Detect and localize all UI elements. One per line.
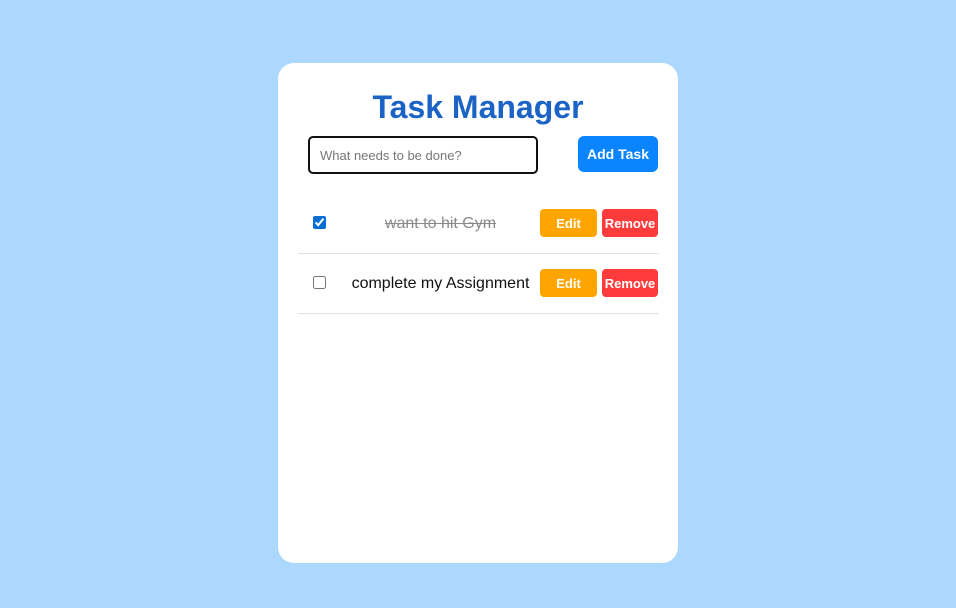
edit-task-button[interactable]: Edit (540, 209, 597, 237)
task-list: want to hit Gym Edit Remove complete my … (298, 194, 659, 314)
task-text: complete my Assignment (351, 275, 530, 292)
edit-task-button[interactable]: Edit (540, 269, 597, 297)
task-row: want to hit Gym Edit Remove (298, 194, 659, 254)
page-title: Task Manager (372, 89, 584, 125)
new-task-input[interactable] (308, 136, 538, 174)
task-row: complete my Assignment Edit Remove (298, 254, 659, 314)
add-task-button[interactable]: Add Task (578, 136, 658, 172)
remove-task-button[interactable]: Remove (602, 209, 658, 237)
task-complete-checkbox[interactable] (313, 216, 326, 229)
task-text: want to hit Gym (384, 215, 497, 232)
task-complete-checkbox[interactable] (313, 276, 326, 289)
remove-task-button[interactable]: Remove (602, 269, 658, 297)
task-manager-card: Task Manager Add Task want to hit Gym Ed… (278, 63, 678, 563)
